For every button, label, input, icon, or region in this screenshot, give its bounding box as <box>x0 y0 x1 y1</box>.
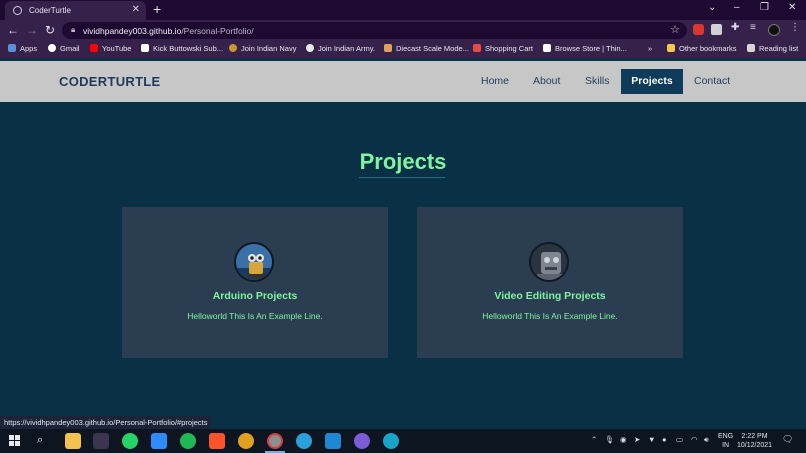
nav-contact[interactable]: Contact <box>694 75 730 87</box>
site-brand-logo[interactable]: CODERTURTLE <box>59 74 161 89</box>
bookmark-apps[interactable]: Apps <box>8 44 37 53</box>
whatsapp-icon[interactable] <box>122 433 138 449</box>
project-card-video-editing[interactable]: Video Editing Projects Helloworld This I… <box>417 207 683 358</box>
site-navbar: CODERTURTLE Home About Skills Projects C… <box>0 61 806 102</box>
robot-avatar-icon <box>234 242 274 282</box>
bookmark-indian-army[interactable]: Join Indian Army. <box>306 44 375 53</box>
adblock-extension-icon[interactable] <box>693 24 704 35</box>
new-tab-icon[interactable]: + <box>153 2 161 16</box>
bookmark-indian-navy[interactable]: Join Indian Navy <box>229 44 296 53</box>
spotify-icon[interactable] <box>180 433 196 449</box>
bookmark-gmail[interactable]: Gmail <box>48 44 80 53</box>
vscode-icon[interactable] <box>325 433 341 449</box>
extension-icon[interactable] <box>711 24 722 35</box>
project-description: Helloworld This Is An Example Line. <box>482 311 618 321</box>
bookmark-star-icon[interactable]: ☆ <box>670 23 680 36</box>
volume-icon[interactable]: 🔊︎ <box>704 435 709 445</box>
forward-icon[interactable]: → <box>26 23 38 37</box>
address-bar[interactable]: 🔒︎ vividhpandey003.github.io/Personal-Po… <box>62 22 687 39</box>
brave-tray-icon[interactable]: ▼ <box>648 435 655 444</box>
search-icon[interactable]: ⌕ <box>37 434 43 447</box>
title-underline <box>359 177 445 178</box>
tab-strip: CoderTurtle ✕ + ⌄ – ❐ ✕ <box>0 0 806 20</box>
bookmark-browse-store[interactable]: Browse Store | Thin... <box>543 44 627 53</box>
site-favicon-icon <box>13 6 22 15</box>
bookmark-other-bookmarks[interactable]: Other bookmarks <box>667 44 737 53</box>
nav-home[interactable]: Home <box>481 75 509 87</box>
system-clock[interactable]: 2:22 PM 10/12/2021 <box>737 432 772 450</box>
bookmarks-overflow-icon[interactable]: » <box>648 44 652 53</box>
app-icon[interactable] <box>93 433 109 449</box>
chrome-icon[interactable] <box>238 433 254 449</box>
restore-icon[interactable]: ❐ <box>760 2 769 13</box>
apps-grid-icon <box>8 44 16 52</box>
bookmark-shopping-cart[interactable]: Shopping Cart <box>473 44 533 53</box>
reading-list-icon <box>747 44 755 52</box>
windows-taskbar: ⌕ ⌃ 🎙︎ ◉ ➤ ▼ ● ▭ ◠ 🔊︎ ENG IN 2:22 PM 10/12… <box>0 429 806 453</box>
youtube-icon <box>90 44 98 52</box>
google-icon <box>48 44 56 52</box>
bookmark-kick-buttowski[interactable]: Kick Buttowski Sub... <box>141 44 223 53</box>
link-status-bar: https://vividhpandey003.github.io/Person… <box>0 416 212 429</box>
language-indicator[interactable]: ENG IN <box>718 432 733 450</box>
brave-icon[interactable] <box>209 433 225 449</box>
bookmark-reading-list[interactable]: Reading list <box>747 44 798 53</box>
bookmark-diecast[interactable]: Diecast Scale Mode... <box>384 44 469 53</box>
navy-emblem-icon <box>229 44 237 52</box>
nav-about[interactable]: About <box>533 75 560 87</box>
browser-menu-icon[interactable]: ⋮ <box>790 22 801 33</box>
minimize-icon[interactable]: – <box>734 2 740 13</box>
file-explorer-icon[interactable] <box>65 433 81 449</box>
notifications-icon[interactable]: 🗨︎ <box>782 434 793 445</box>
close-window-icon[interactable]: ✕ <box>788 2 796 13</box>
profile-avatar[interactable] <box>768 24 780 36</box>
discord-tray-icon[interactable]: ◉ <box>620 435 627 444</box>
diecast-icon <box>384 44 392 52</box>
media-queue-icon[interactable]: ≡ <box>750 22 761 33</box>
chrome-tray-icon[interactable]: ● <box>662 435 667 444</box>
d-site-icon <box>141 44 149 52</box>
bookmark-youtube[interactable]: YouTube <box>90 44 131 53</box>
browser-tab[interactable]: CoderTurtle ✕ <box>5 1 146 20</box>
zoom-icon[interactable] <box>151 433 167 449</box>
globe-icon <box>306 44 314 52</box>
project-title: Arduino Projects <box>212 290 298 302</box>
telegram-icon[interactable] <box>296 433 312 449</box>
robot-character-avatar-icon <box>529 242 569 282</box>
section-title: Projects <box>359 149 447 174</box>
lock-icon: 🔒︎ <box>71 25 76 34</box>
project-title: Video Editing Projects <box>494 290 606 302</box>
browser-toolbar: ← → ↻ 🔒︎ vividhpandey003.github.io/Perso… <box>0 20 806 41</box>
project-card-arduino[interactable]: Arduino Projects Helloworld This Is An E… <box>122 207 388 358</box>
store-icon <box>543 44 551 52</box>
windows-start-icon[interactable] <box>9 435 20 446</box>
nav-projects[interactable]: Projects <box>621 69 683 94</box>
folder-icon <box>667 44 675 52</box>
bookmarks-bar: Apps Gmail YouTube Kick Buttowski Sub...… <box>0 41 806 58</box>
tab-title: CoderTurtle <box>29 6 71 15</box>
project-description: Helloworld This Is An Example Line. <box>187 311 323 321</box>
wifi-icon[interactable]: ◠ <box>691 435 698 444</box>
reload-icon[interactable]: ↻ <box>45 23 55 37</box>
microphone-icon[interactable]: 🎙︎ <box>605 435 615 444</box>
telegram-tray-icon[interactable]: ➤ <box>634 435 640 444</box>
tray-chevron-icon[interactable]: ⌃ <box>591 435 597 444</box>
edge-icon[interactable] <box>383 433 399 449</box>
tab-search-icon[interactable]: ⌄ <box>708 2 716 13</box>
nav-skills[interactable]: Skills <box>585 75 610 87</box>
back-icon[interactable]: ← <box>7 23 19 37</box>
address-text: vividhpandey003.github.io/Personal-Portf… <box>83 26 254 36</box>
discord-icon[interactable] <box>354 433 370 449</box>
battery-icon[interactable]: ▭ <box>676 435 683 444</box>
cart-icon <box>473 44 481 52</box>
extensions-puzzle-icon[interactable]: ✚ <box>731 22 742 33</box>
close-tab-icon[interactable]: ✕ <box>132 4 140 15</box>
chrome-profile-icon[interactable] <box>267 433 283 449</box>
